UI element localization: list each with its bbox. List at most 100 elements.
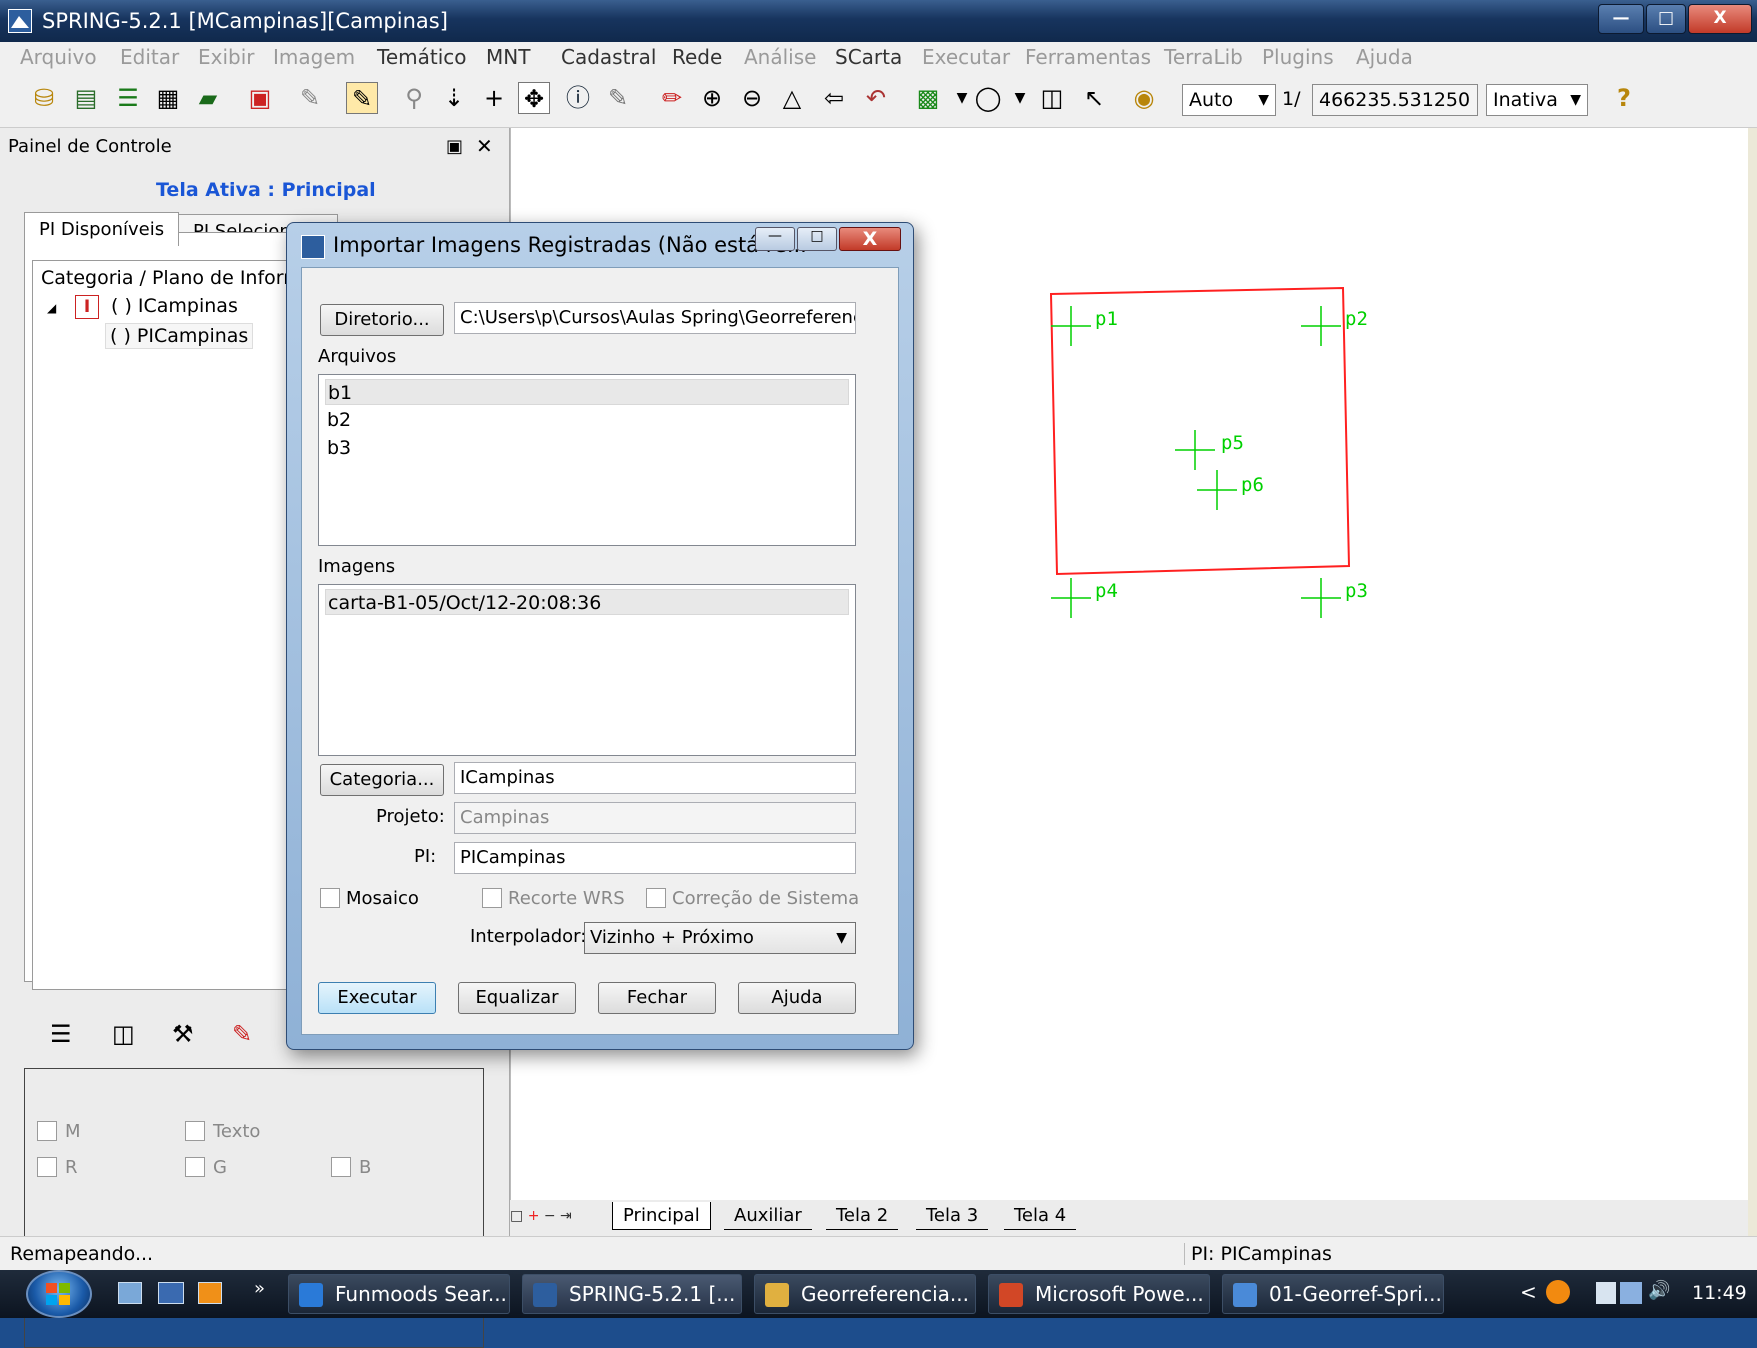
zoom-out-icon[interactable]: ⊖ (736, 82, 768, 114)
texto-checkbox[interactable] (185, 1121, 205, 1141)
pi-field[interactable]: PICampinas (454, 842, 856, 874)
tray-network-icon[interactable] (1620, 1282, 1642, 1304)
category-button[interactable]: Categoria... (320, 764, 444, 796)
menu-exibir[interactable]: Exibir (198, 45, 255, 69)
database-icon[interactable]: ⛁ (28, 82, 60, 114)
plan-icon[interactable]: ▰ (192, 82, 224, 114)
quicklaunch-desktop-icon[interactable] (158, 1282, 184, 1304)
draw-toggle-icon[interactable]: ✎ (346, 82, 378, 114)
quicklaunch-explorer-icon[interactable] (118, 1282, 142, 1304)
state-select[interactable]: Inativa ▼ (1486, 84, 1588, 116)
menu-ferramentas[interactable]: Ferramentas (1025, 45, 1151, 69)
task-georreferencia[interactable]: Georreferencia... (754, 1274, 976, 1314)
info-icon[interactable]: ⓘ (562, 82, 594, 114)
zoom-area-icon[interactable]: △ (776, 82, 808, 114)
menu-scarta[interactable]: SCarta (835, 45, 902, 69)
back-icon[interactable]: ⇦ (818, 82, 850, 114)
zoom-mode-select[interactable]: Auto ▼ (1182, 84, 1276, 116)
dialog-maximize-button[interactable]: □ (797, 227, 837, 251)
display-icon[interactable]: ▩ (912, 82, 944, 114)
tab-tela-3[interactable]: Tela 3 (916, 1202, 989, 1230)
list-item-b3[interactable]: b3 (325, 435, 351, 461)
pan-icon[interactable]: ✥ (518, 82, 550, 114)
equalize-button[interactable]: Equalizar (458, 982, 576, 1014)
list-item-b2[interactable]: b2 (325, 407, 351, 433)
task-spring[interactable]: SPRING-5.2.1 [... (522, 1274, 742, 1314)
menu-imagem[interactable]: Imagem (273, 45, 355, 69)
tray-app-icon[interactable] (1546, 1280, 1570, 1304)
crosshair-icon[interactable]: + (478, 82, 510, 114)
tray-usb-icon[interactable] (1596, 1282, 1616, 1304)
menu-cadastral[interactable]: Cadastral (561, 45, 656, 69)
menu-executar[interactable]: Executar (922, 45, 1010, 69)
tab-controls-icon[interactable]: □ + − ⇥ (510, 1208, 572, 1224)
close-dialog-button[interactable]: Fechar (598, 982, 716, 1014)
mosaic-checkbox[interactable] (320, 888, 340, 908)
menu-mnt[interactable]: MNT (486, 45, 530, 69)
help-button[interactable]: Ajuda (738, 982, 856, 1014)
category-field[interactable]: ICampinas (454, 762, 856, 794)
tree-expand-icon[interactable]: ◢ (47, 301, 56, 315)
quicklaunch-more-icon[interactable]: » (254, 1278, 265, 1299)
task-georref-spring[interactable]: 01-Georref-Spri... (1222, 1274, 1444, 1314)
tool-disabled-icon[interactable]: ✎ (294, 82, 326, 114)
table-icon[interactable]: ◫ (1036, 82, 1068, 114)
tools-icon[interactable]: ⚒ (172, 1020, 194, 1048)
minimize-button[interactable]: — (1598, 4, 1644, 34)
tab-principal[interactable]: Principal (612, 1202, 711, 1230)
edit-disabled-icon[interactable]: ✎ (602, 82, 634, 114)
scale-input[interactable]: 466235.531250 (1312, 84, 1478, 116)
tab-tela-2[interactable]: Tela 2 (826, 1202, 899, 1230)
execute-button[interactable]: Executar (318, 982, 436, 1014)
dialog-close-button[interactable]: X (839, 227, 901, 251)
magnifier-icon[interactable]: ⚲ (398, 82, 430, 114)
help-icon[interactable]: ? (1608, 82, 1640, 114)
m-checkbox[interactable] (37, 1121, 57, 1141)
menu-plugins[interactable]: Plugins (1262, 45, 1334, 69)
scale-dropdown-icon[interactable]: ▼ (1004, 82, 1036, 114)
list-item-b1[interactable]: b1 (325, 379, 849, 405)
r-checkbox[interactable] (37, 1157, 57, 1177)
quicklaunch-media-icon[interactable] (198, 1282, 222, 1304)
list-item-image[interactable]: carta-B1-05/Oct/12-20:08:36 (325, 589, 849, 615)
menu-terralib[interactable]: TerraLib (1164, 45, 1243, 69)
b-checkbox[interactable] (331, 1157, 351, 1177)
directory-path-field[interactable]: C:\Users\p\Cursos\Aulas Spring\Georrefer… (454, 302, 856, 334)
task-powerpoint[interactable]: Microsoft Powe... (988, 1274, 1210, 1314)
directory-button[interactable]: Diretorio... (320, 304, 444, 336)
pointer-plus-icon[interactable]: ↖ (1078, 82, 1110, 114)
window-icon[interactable]: ▣ (244, 82, 276, 114)
tray-volume-icon[interactable]: 🔊 (1648, 1280, 1670, 1301)
zoom-in-icon[interactable]: ⊕ (696, 82, 728, 114)
paint-icon[interactable]: ✎ (232, 1020, 252, 1048)
menu-arquivo[interactable]: Arquivo (20, 45, 97, 69)
project-icon[interactable]: ▤ (70, 82, 102, 114)
float-icon[interactable]: ▣ (446, 136, 463, 157)
interpolator-select[interactable]: Vizinho + Próximo ▼ (584, 922, 856, 954)
close-icon[interactable]: ✕ (476, 134, 493, 158)
g-checkbox[interactable] (185, 1157, 205, 1177)
grid-icon[interactable]: ▦ (152, 82, 184, 114)
tab-tela-4[interactable]: Tela 4 (1004, 1202, 1077, 1230)
menu-analise[interactable]: Análise (744, 45, 816, 69)
tab-auxiliar[interactable]: Auxiliar (724, 1202, 812, 1230)
list-icon[interactable]: ☰ (50, 1020, 72, 1048)
dialog-minimize-button[interactable]: — (755, 227, 795, 251)
tree-item-picampinas[interactable]: ( ) PICampinas (105, 323, 254, 349)
start-button[interactable] (26, 1270, 92, 1318)
menu-rede[interactable]: Rede (672, 45, 722, 69)
files-list[interactable]: b1 b2 b3 (318, 374, 856, 546)
cursor-down-icon[interactable]: ⇣ (438, 82, 470, 114)
maximize-button[interactable]: □ (1646, 4, 1686, 34)
scale-icon[interactable]: ◯ (972, 82, 1004, 114)
table-plus-icon[interactable]: ◫ (112, 1020, 135, 1048)
palette-icon[interactable]: ◉ (1128, 82, 1160, 114)
undo-icon[interactable]: ↶ (860, 82, 892, 114)
system-correction-checkbox[interactable] (646, 888, 666, 908)
menu-tematico[interactable]: Temático (377, 45, 467, 69)
task-funmoods[interactable]: Funmoods Sear... (288, 1274, 510, 1314)
images-list[interactable]: carta-B1-05/Oct/12-20:08:36 (318, 584, 856, 756)
tab-pi-disponiveis[interactable]: PI Disponíveis (24, 212, 180, 246)
tray-expand-icon[interactable]: < (1520, 1280, 1537, 1304)
menu-ajuda[interactable]: Ajuda (1356, 45, 1413, 69)
